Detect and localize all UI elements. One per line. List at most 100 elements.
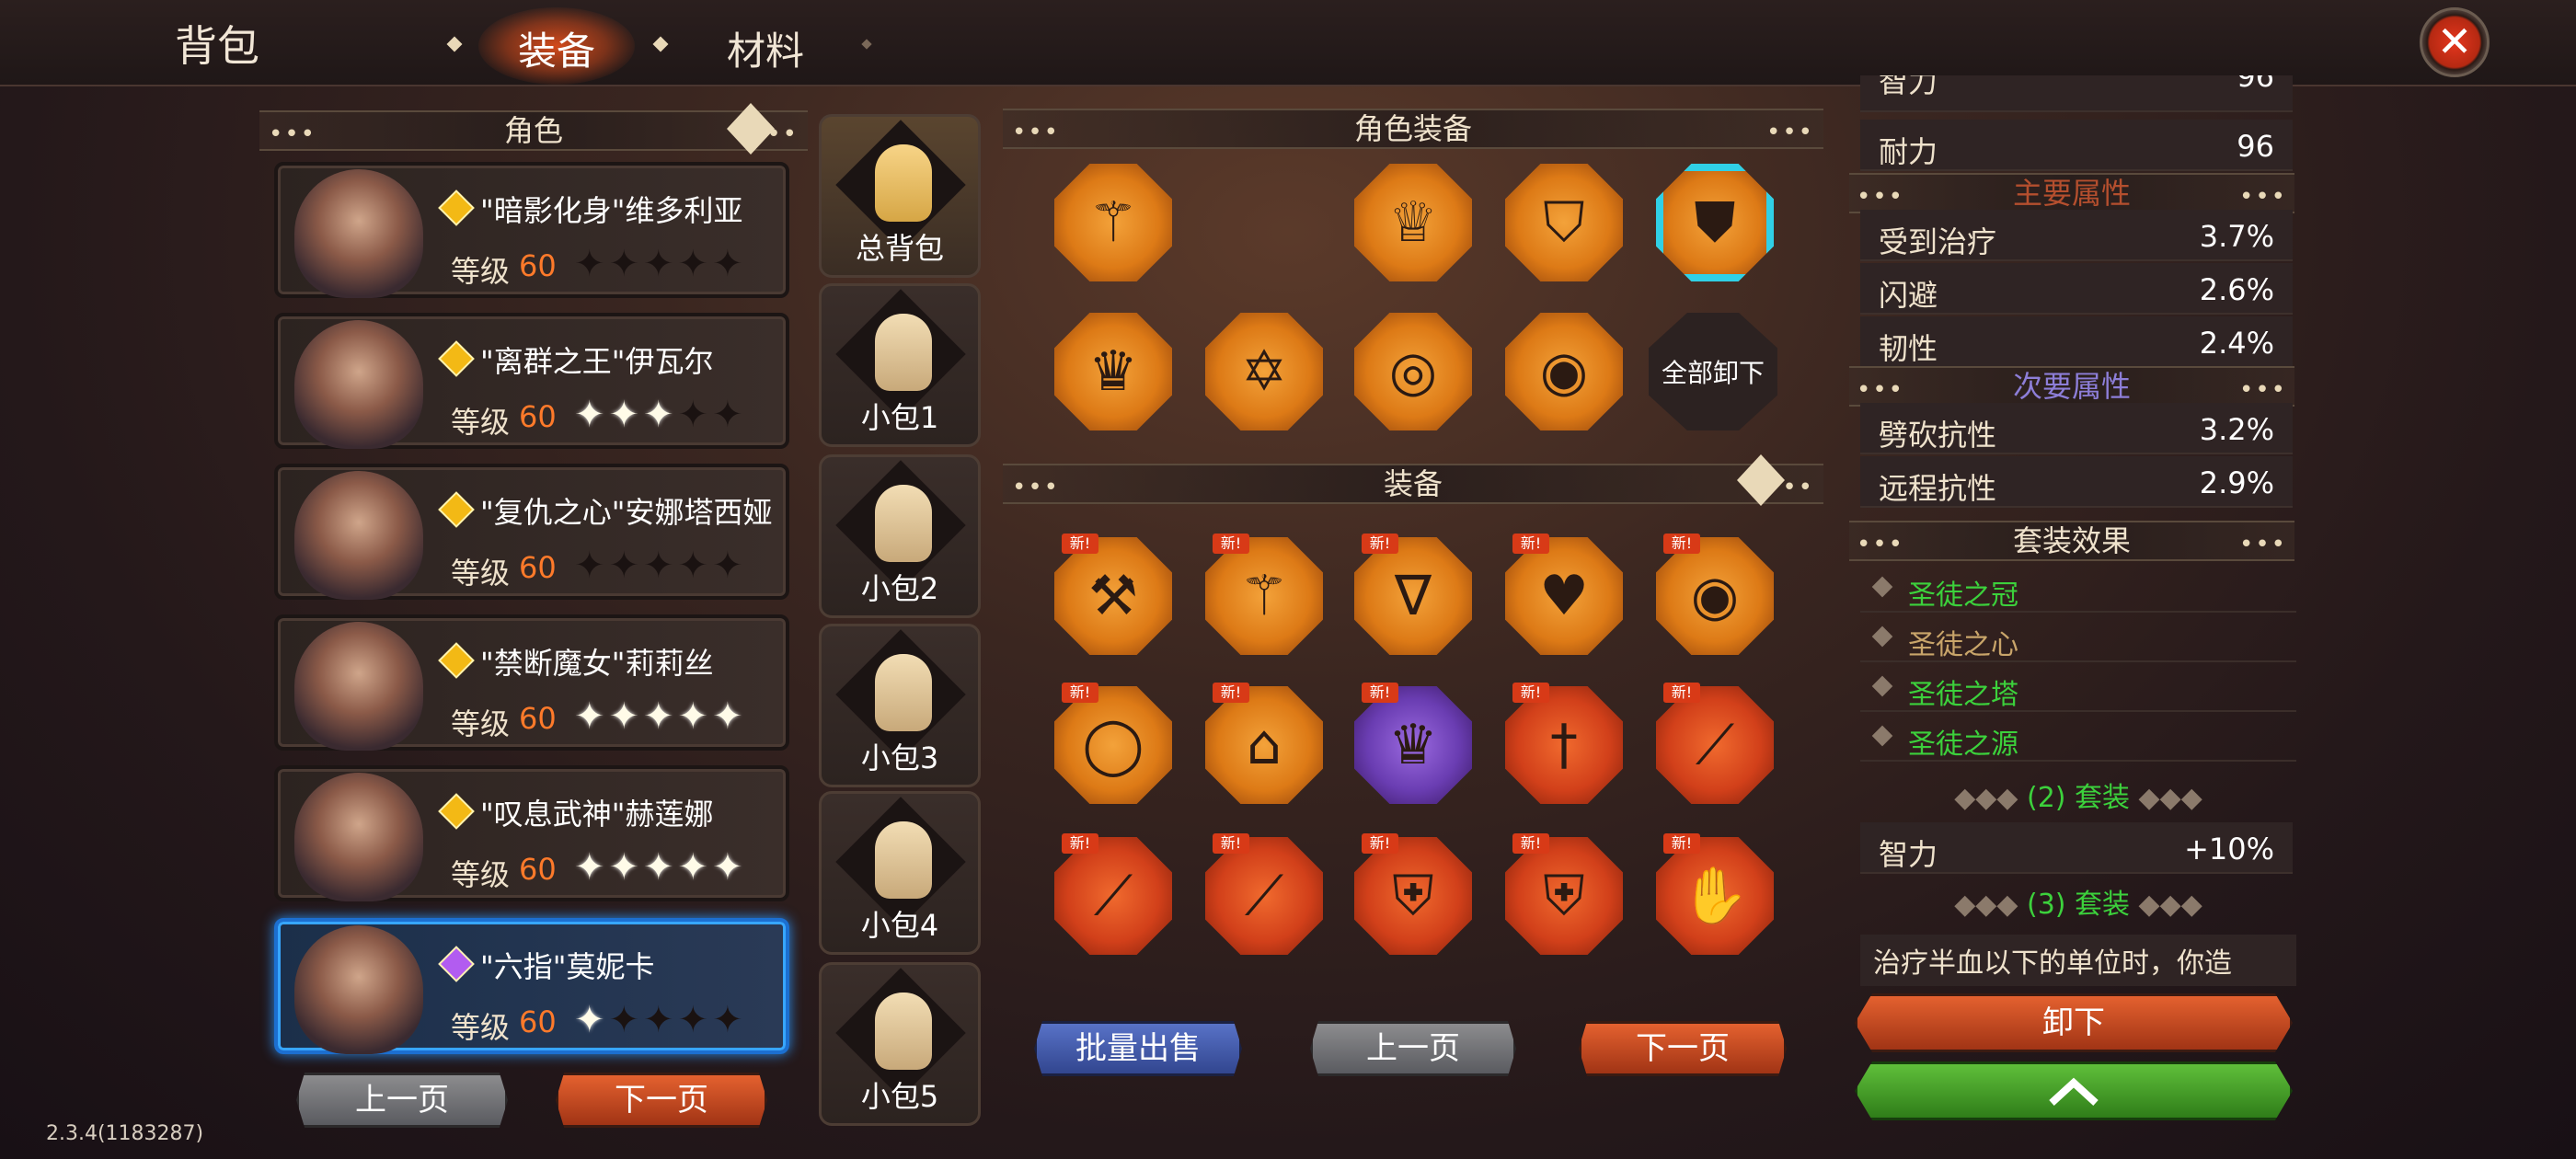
necklace-icon: ∇ <box>1394 564 1432 628</box>
ring-icon: ◉ <box>1539 339 1589 404</box>
tab-materials[interactable]: 材料 <box>727 20 804 76</box>
new-badge: 新! <box>1213 534 1249 554</box>
star-icon: ✦ <box>643 243 678 285</box>
equipped-slot[interactable]: ⛊ <box>1656 164 1774 281</box>
stat-label: 智力 <box>1879 837 1938 872</box>
new-badge: 新! <box>1663 683 1700 703</box>
equipped-slot[interactable]: ◉ <box>1505 313 1623 430</box>
characters-next-page-button[interactable]: 下一页 <box>556 1073 767 1128</box>
equipped-slot[interactable]: ♛ <box>1054 313 1172 430</box>
stat-row: 远程抗性 2.9% <box>1860 456 2293 508</box>
tab-equipment[interactable]: 装备 <box>518 20 595 76</box>
dots-icon: ••• <box>1012 119 1061 146</box>
set-piece-item: 圣徒之源 <box>1860 714 2296 762</box>
character-name: "暗影化身"维多利亚 <box>480 193 743 228</box>
backpack-icon <box>875 821 932 899</box>
character-card[interactable]: "离群之王"伊瓦尔 等级 60 ✦✦✦✦✦ <box>274 313 789 449</box>
backpack-icon <box>875 993 932 1070</box>
stat-row: 受到治疗 3.7% <box>1860 210 2293 261</box>
equipped-slot[interactable]: ◎ <box>1354 313 1472 430</box>
set-piece-name: 圣徒之心 <box>1908 629 2018 661</box>
star-icon: ✦ <box>608 846 644 889</box>
inventory-item[interactable]: ∇ <box>1354 537 1472 655</box>
stat-value: 96 <box>2237 129 2274 164</box>
inventory-item[interactable]: ◉ <box>1656 537 1774 655</box>
star-icon: ✦ <box>608 243 644 285</box>
inventory-item[interactable]: ◯ <box>1054 686 1172 804</box>
inventory-item[interactable]: ⟋ <box>1054 837 1172 955</box>
new-badge: 新! <box>1213 683 1249 703</box>
bag-label: 小包1 <box>860 400 939 435</box>
inventory-item[interactable]: ✋ <box>1656 837 1774 955</box>
bag-tab[interactable]: 小包3 <box>819 624 981 787</box>
character-card[interactable]: "六指"莫妮卡 等级 60 ✦✦✦✦✦ <box>274 918 789 1054</box>
new-badge: 新! <box>1213 833 1249 854</box>
rarity-diamond-icon <box>438 189 475 226</box>
unequip-all-button[interactable]: 全部卸下 <box>1649 313 1777 430</box>
set2-label: ◆◆◆ (2) 套装 ◆◆◆ <box>1860 775 2296 815</box>
set-piece-item: 圣徒之冠 <box>1860 565 2296 613</box>
diamonds-icon: ◆◆◆ <box>2130 782 2202 814</box>
set-piece-name: 圣徒之冠 <box>1908 580 2018 612</box>
stat-label: 受到治疗 <box>1879 224 1997 259</box>
diamonds-icon: ◆◆◆ <box>1954 782 2027 814</box>
bracelet-icon: ◯ <box>1082 713 1144 777</box>
bag-tab[interactable]: 总背包 <box>819 114 981 278</box>
character-name: "离群之王"伊瓦尔 <box>480 344 714 379</box>
character-card[interactable]: "禁断魔女"莉莉丝 等级 60 ✦✦✦✦✦ <box>274 614 789 751</box>
character-card[interactable]: "复仇之心"安娜塔西娅 等级 60 ✦✦✦✦✦ <box>274 464 789 600</box>
star-icon: ✦ <box>608 695 644 738</box>
level-label: 等级 <box>451 857 511 892</box>
character-portrait <box>294 471 423 600</box>
inventory-item[interactable]: ⛨ <box>1505 837 1623 955</box>
equipped-slot[interactable]: ⛉ <box>1505 164 1623 281</box>
character-card[interactable]: "暗影化身"维多利亚 等级 60 ✦✦✦✦✦ <box>274 162 789 298</box>
bag-tab[interactable]: 小包4 <box>819 791 981 955</box>
close-x-icon: ✕ <box>2436 17 2473 66</box>
unequip-button[interactable]: 卸下 <box>1855 993 2293 1052</box>
equipped-slot[interactable]: ♕ <box>1354 164 1472 281</box>
star-icon: ✦ <box>574 695 609 738</box>
inventory-item[interactable]: ⚚ <box>1205 537 1323 655</box>
star-icon: ✦ <box>712 545 747 587</box>
inventory-item[interactable]: ♛ <box>1354 686 1472 804</box>
dagger-icon: ⟋ <box>1245 864 1283 928</box>
inventory-item[interactable]: ⟋ <box>1205 837 1323 955</box>
new-badge: 新! <box>1512 534 1549 554</box>
bag-tab[interactable]: 小包1 <box>819 283 981 447</box>
characters-prev-page-button[interactable]: 上一页 <box>296 1073 508 1128</box>
inventory-prev-page-button[interactable]: 上一页 <box>1310 1021 1516 1076</box>
inventory-item[interactable]: ⚒ <box>1054 537 1172 655</box>
star-icon: ✦ <box>643 695 678 738</box>
star-icon: ✦ <box>712 243 747 285</box>
level-label: 等级 <box>451 706 511 741</box>
diamonds-icon: ◆◆◆ <box>2130 889 2202 921</box>
rarity-diamond-icon <box>438 491 475 528</box>
star-rating: ✦✦✦✦✦ <box>574 545 747 587</box>
equipped-slot[interactable]: ✡ <box>1205 313 1323 430</box>
inventory-next-page-button[interactable]: 下一页 <box>1579 1021 1787 1076</box>
upgrade-button[interactable] <box>1855 1061 2293 1120</box>
character-portrait <box>294 169 423 298</box>
star-rating: ✦✦✦✦✦ <box>574 243 747 285</box>
new-badge: 新! <box>1062 534 1098 554</box>
stat-row: 智力 96 <box>1860 75 2293 112</box>
inventory-item[interactable]: ⌂ <box>1205 686 1323 804</box>
inventory-item[interactable]: † <box>1505 686 1623 804</box>
batch-sell-button[interactable]: 批量出售 <box>1034 1021 1242 1076</box>
set-piece-item: 圣徒之心 <box>1860 614 2296 662</box>
bag-tab[interactable]: 小包5 <box>819 962 981 1126</box>
inventory-item[interactable]: ⛨ <box>1354 837 1472 955</box>
equipped-slot[interactable]: ⚚ <box>1054 164 1172 281</box>
inventory-item[interactable]: ⟋ <box>1656 686 1774 804</box>
star-icon: ✦ <box>643 545 678 587</box>
character-card[interactable]: "叹息武神"赫莲娜 等级 60 ✦✦✦✦✦ <box>274 765 789 901</box>
bag-tab[interactable]: 小包2 <box>819 454 981 618</box>
character-name: "六指"莫妮卡 <box>480 949 655 984</box>
greatsword-icon: ⟋ <box>1094 864 1133 928</box>
set-piece-name: 圣徒之塔 <box>1908 679 2018 711</box>
star-rating: ✦✦✦✦✦ <box>574 999 747 1041</box>
close-button[interactable]: ✕ <box>2420 7 2490 77</box>
inventory-item[interactable]: ♥ <box>1505 537 1623 655</box>
secondary-attributes-header-title: 次要属性 <box>2012 369 2131 404</box>
